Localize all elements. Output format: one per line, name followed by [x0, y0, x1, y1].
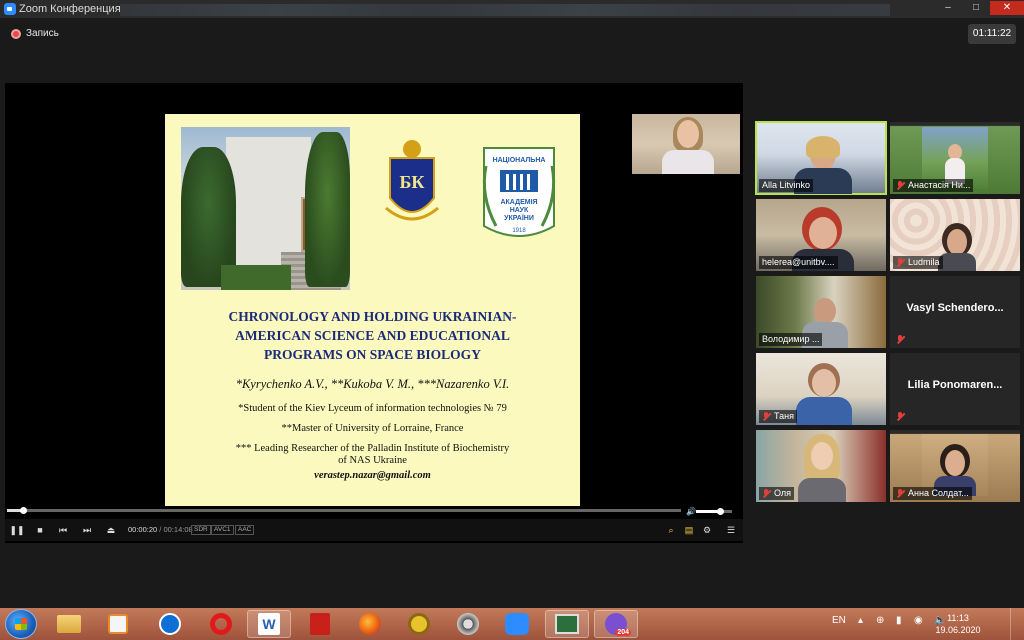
- firefox-icon[interactable]: [348, 610, 392, 638]
- crest-letters: БК: [400, 172, 425, 192]
- film-icon[interactable]: [446, 610, 490, 638]
- window-title: Zoom Конференция: [19, 3, 121, 15]
- reel-icon[interactable]: [397, 610, 441, 638]
- svg-text:НАЦІОНАЛЬНА: НАЦІОНАЛЬНА: [493, 157, 546, 164]
- titlebar-blurred-area: [120, 4, 890, 16]
- teamviewer-tray-icon[interactable]: ⊕: [876, 615, 884, 626]
- recording-indicator[interactable]: Запись: [11, 28, 59, 39]
- muted-mic-icon: [896, 335, 905, 344]
- slide-authors: *Kyrychenko A.V., **Kukoba V. M., ***Naz…: [235, 377, 510, 391]
- language-indicator[interactable]: EN: [832, 615, 846, 626]
- pause-icon[interactable]: ❚❚: [9, 522, 25, 538]
- zoom-app-icon: [4, 3, 16, 15]
- windows-taskbar: W 204 EN ▴ ⊕ ▮ ◉ 🔈 11:13 19.06.2020: [0, 608, 1024, 640]
- presentation-slide: БК НАЦІОНАЛЬНА АКАДЕМІЯ НАУК УКРАЇНИ 191…: [165, 114, 580, 506]
- muted-mic-icon: [896, 412, 905, 421]
- svg-text:АКАДЕМІЯ: АКАДЕМІЯ: [500, 199, 537, 206]
- participant-tile[interactable]: Оля: [756, 430, 886, 502]
- slide-affiliation-3b: of NAS Ukraine: [338, 455, 407, 466]
- record-dot-icon: [11, 28, 21, 39]
- participant-name-large: Lilia Ponomaren...: [907, 379, 1003, 391]
- participant-tile[interactable]: helerea@unitbv....: [756, 199, 886, 271]
- viber-icon[interactable]: 204: [594, 610, 638, 638]
- audio-codec-tag: AAC: [235, 525, 255, 535]
- slide-affiliation-3: *** Leading Researcher of the Palladin I…: [235, 443, 510, 454]
- show-hidden-icons-icon[interactable]: ▴: [858, 615, 863, 626]
- next-icon[interactable]: ⏭: [79, 522, 95, 538]
- participant-name: Анна Солдат...: [908, 488, 969, 498]
- minimize-button[interactable]: –: [934, 1, 962, 15]
- slide-email: verastep.nazar@gmail.com: [314, 470, 431, 481]
- svg-text:НАУК: НАУК: [510, 207, 529, 214]
- participant-name: helerea@unitbv....: [762, 257, 835, 267]
- participant-name: Ludmila: [908, 257, 940, 267]
- window-titlebar: Zoom Конференция – □ ✕: [0, 0, 1024, 18]
- slide-title: CHRONOLOGY AND HOLDING UKRAINIAN- AMERIC…: [228, 309, 517, 362]
- participant-name: Оля: [774, 488, 792, 498]
- eject-icon[interactable]: ⏏: [103, 522, 119, 538]
- media-player-icon[interactable]: [96, 610, 140, 638]
- lyceum-building-photo: [181, 127, 350, 290]
- network-icon[interactable]: ▮: [896, 615, 902, 626]
- acrobat-icon[interactable]: [298, 610, 342, 638]
- participant-tile[interactable]: Таня: [756, 353, 886, 425]
- svg-text:1918: 1918: [512, 228, 526, 234]
- svg-text:УКРАЇНИ: УКРАЇНИ: [504, 214, 534, 222]
- nas-ukraine-seal-logo: НАЦІОНАЛЬНА АКАДЕМІЯ НАУК УКРАЇНИ 1918: [482, 147, 556, 237]
- muted-mic-icon: [762, 489, 771, 498]
- participant-name: Таня: [774, 411, 794, 421]
- shared-screen: БК НАЦІОНАЛЬНА АКАДЕМІЯ НАУК УКРАЇНИ 191…: [5, 83, 743, 543]
- participant-tile[interactable]: Lilia Ponomaren...: [890, 353, 1020, 425]
- slide-affiliation-1: *Student of the Kiev Lyceum of informati…: [238, 403, 507, 414]
- participant-name: Alla Litvinko: [762, 180, 811, 190]
- maximize-button[interactable]: □: [962, 1, 990, 15]
- viber-tray-icon[interactable]: ◉: [914, 615, 923, 626]
- participant-tile[interactable]: Володимир ...: [756, 276, 886, 348]
- muted-mic-icon: [896, 258, 905, 267]
- playlist-icon[interactable]: ▤: [681, 522, 697, 538]
- start-button[interactable]: [5, 609, 37, 639]
- settings-gear-icon[interactable]: ⚙: [699, 522, 715, 538]
- presentation-icon[interactable]: [545, 610, 589, 638]
- system-clock[interactable]: 11:13 19.06.2020: [928, 612, 988, 636]
- previous-icon[interactable]: ⏮: [55, 522, 71, 538]
- subtitle-search-icon[interactable]: ⌕: [663, 522, 679, 538]
- participant-name: Володимир ...: [762, 334, 820, 344]
- participant-tile[interactable]: Alla Litvinko: [755, 121, 887, 195]
- participant-name: Анастасія Ни...: [908, 180, 971, 190]
- window-controls: – □ ✕: [934, 0, 1024, 18]
- volume-slider[interactable]: [696, 508, 732, 515]
- muted-mic-icon: [896, 181, 905, 190]
- participant-tile[interactable]: Анна Солдат...: [890, 430, 1020, 502]
- codec-tag: AVC1: [211, 525, 234, 535]
- show-desktop-button[interactable]: [1010, 608, 1024, 640]
- playback-time: 00:00:20 / 00:14:08: [128, 525, 193, 534]
- seek-bar[interactable]: [7, 507, 681, 514]
- stop-icon[interactable]: ■: [32, 522, 48, 538]
- sdr-tag: SDR: [191, 525, 211, 535]
- meeting-timer: 01:11:22: [968, 24, 1016, 44]
- slide-affiliation-2: **Master of University of Lorraine, Fran…: [281, 423, 464, 434]
- participant-tile[interactable]: Vasyl Schendero...: [890, 276, 1020, 348]
- close-button[interactable]: ✕: [990, 1, 1024, 15]
- player-controls: ❚❚ ■ ⏮ ⏭ ⏏ 00:00:20 / 00:14:08 SDR AVC1 …: [5, 519, 743, 541]
- muted-mic-icon: [762, 412, 771, 421]
- explorer-icon[interactable]: [47, 610, 91, 638]
- zoom-icon[interactable]: [495, 610, 539, 638]
- word-icon[interactable]: W: [247, 610, 291, 638]
- teamviewer-icon[interactable]: [148, 610, 192, 638]
- participant-name-large: Vasyl Schendero...: [906, 302, 1004, 314]
- viber-badge: 204: [615, 629, 631, 636]
- lyceum-crest-logo: БК: [385, 140, 439, 221]
- muted-mic-icon: [896, 489, 905, 498]
- participant-tile[interactable]: Анастасія Ни...: [890, 122, 1020, 194]
- menu-icon[interactable]: ☰: [723, 522, 739, 538]
- recording-label: Запись: [26, 28, 59, 39]
- opera-icon[interactable]: [199, 610, 243, 638]
- participant-tile[interactable]: Ludmila: [890, 199, 1020, 271]
- presenter-video-thumbnail[interactable]: [632, 114, 740, 174]
- volume-icon[interactable]: 🔊: [686, 507, 696, 516]
